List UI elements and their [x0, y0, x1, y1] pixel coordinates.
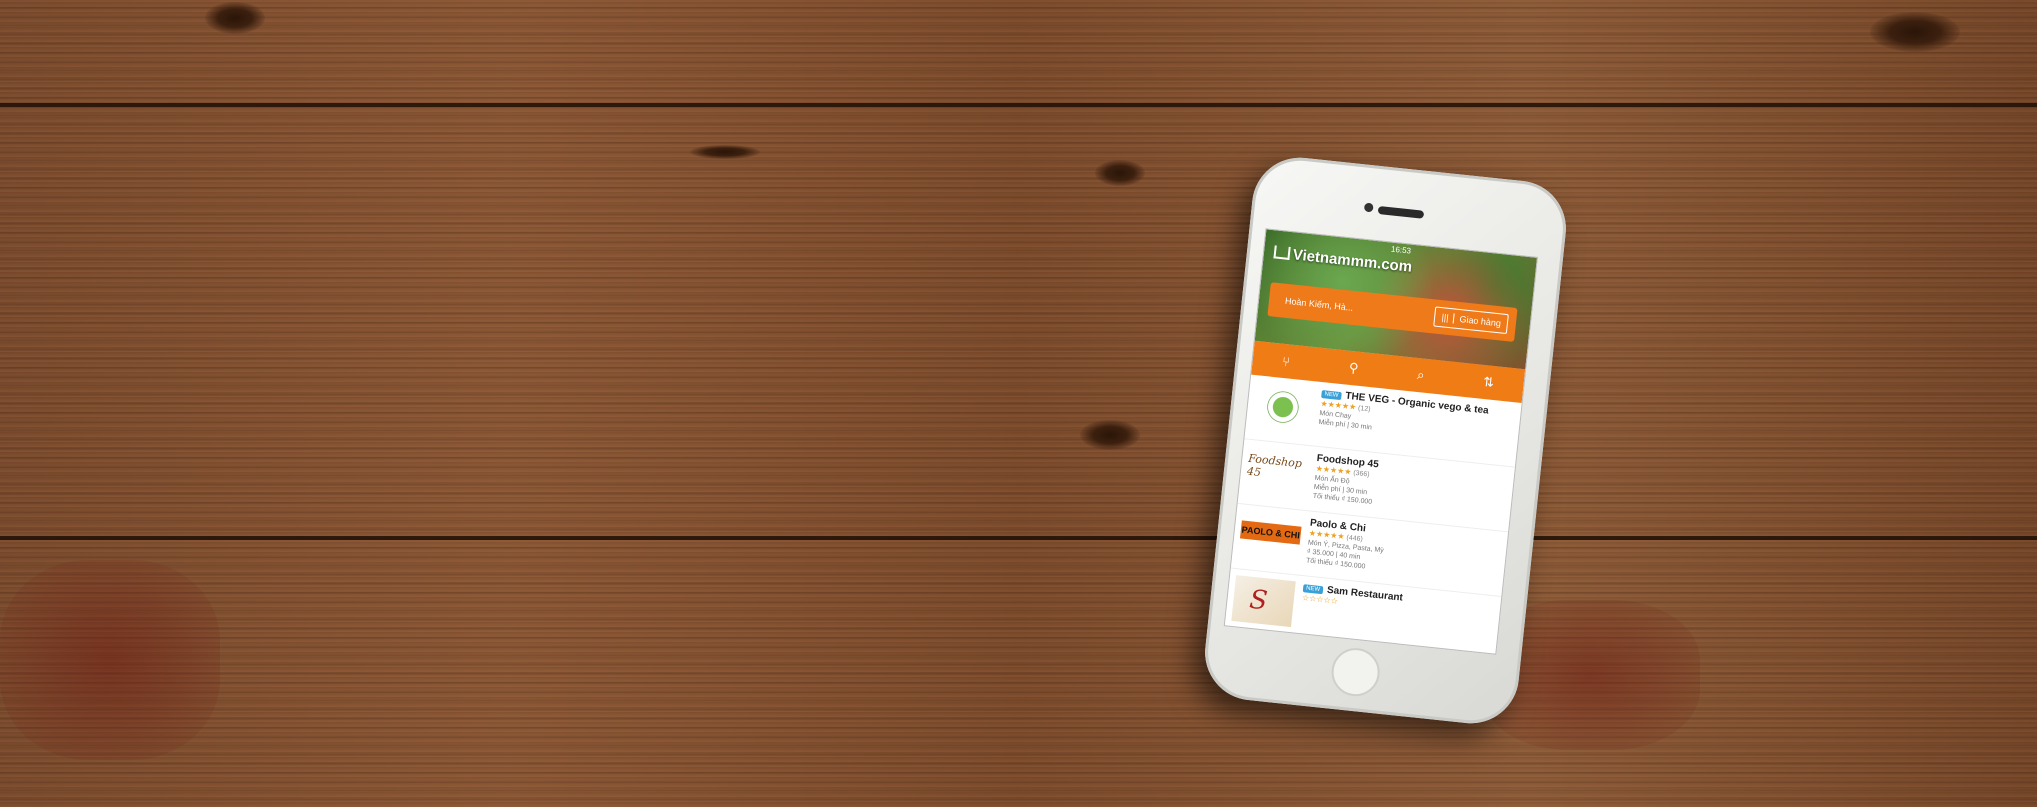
restaurant-logo: Foodshop 45 [1246, 451, 1303, 480]
map-pin-icon[interactable]: ⚲ [1348, 360, 1359, 377]
front-camera [1363, 202, 1374, 213]
delivery-button[interactable]: ||| Giao hàng [1433, 306, 1509, 335]
fork-knife-icon[interactable]: ⑂ [1282, 353, 1291, 369]
location-input[interactable]: Hoàn Kiếm, Hà... [1269, 294, 1436, 321]
search-icon[interactable]: ⌕ [1416, 367, 1425, 384]
phone-screen: 16:53 Vietnammm.com Hoàn Kiếm, Hà... |||… [1223, 228, 1539, 655]
earpiece-speaker [1377, 205, 1425, 219]
wood-stain [0, 560, 220, 760]
restaurant-logo [1257, 381, 1309, 433]
home-icon [1273, 245, 1291, 260]
wood-knot [1095, 160, 1145, 186]
new-badge: NEW [1321, 389, 1342, 400]
phone-home-button [1329, 645, 1382, 699]
restaurant-list: NEW THE VEG - Organic vego & tea ★★★★★(12… [1223, 374, 1522, 655]
sort-icon[interactable]: ⇅ [1482, 374, 1494, 391]
plank-gap [0, 536, 2037, 540]
new-badge: NEW [1302, 583, 1324, 594]
wood-knot [205, 2, 265, 34]
delivery-label: Giao hàng [1459, 314, 1502, 329]
search-bar: Hoàn Kiếm, Hà... ||| Giao hàng [1267, 282, 1518, 342]
smartphone: 16:53 Vietnammm.com Hoàn Kiếm, Hà... |||… [1200, 153, 1571, 728]
wood-knot [1870, 12, 1960, 52]
menu-bars-icon: ||| [1441, 312, 1456, 324]
plank-gap [0, 103, 2037, 107]
wood-knot [690, 145, 760, 159]
restaurant-logo: PAOLO & CHI [1239, 520, 1302, 545]
sam-logo-letter: S [1248, 584, 1269, 617]
wooden-table-background [0, 0, 2037, 807]
restaurant-logo: S [1231, 575, 1296, 628]
wood-knot [1080, 420, 1140, 450]
